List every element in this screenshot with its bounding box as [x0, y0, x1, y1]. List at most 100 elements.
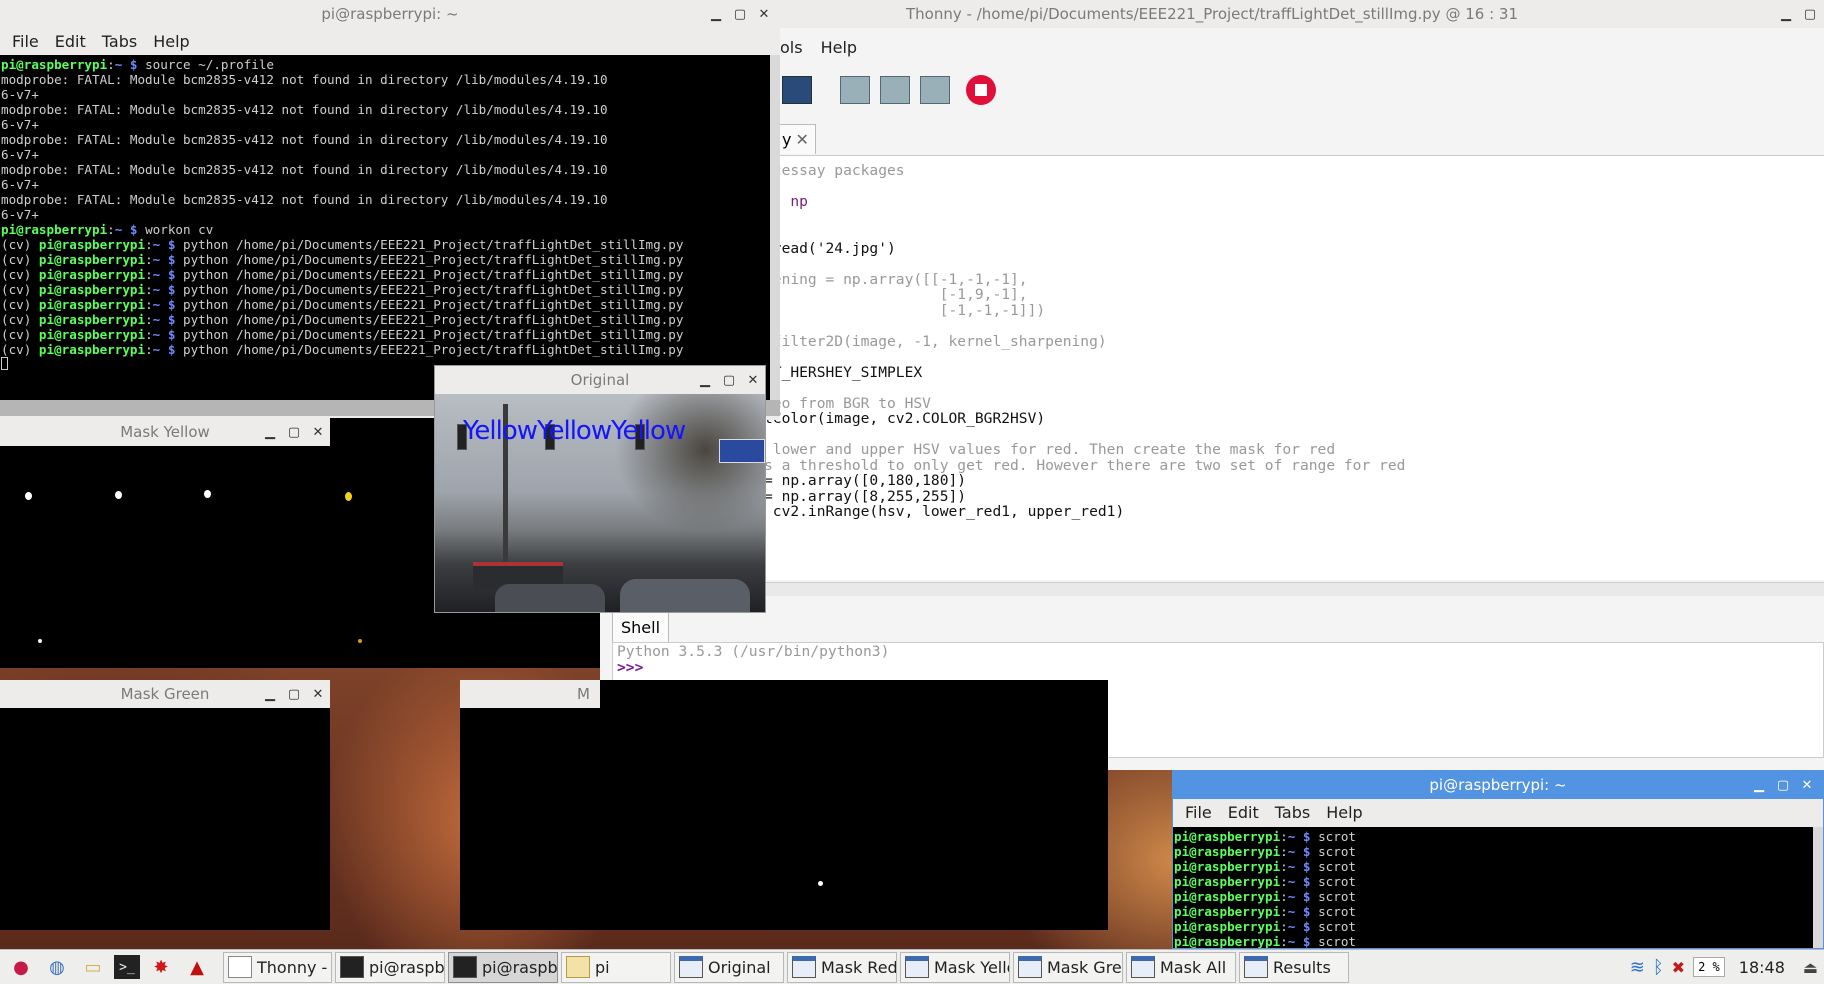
- maximize-icon[interactable]: ▢: [282, 687, 306, 702]
- taskbar-button-label: Thonny - /…: [257, 957, 331, 977]
- code-editor[interactable]: ecessay packages as np mread('24.jpg') peni…: [762, 155, 1824, 580]
- menu-edit[interactable]: Edit: [49, 32, 92, 51]
- mask-window-partial[interactable]: M: [460, 680, 1108, 930]
- terminal-text: modprobe: FATAL: Module bcm2835-v412 not…: [1, 192, 608, 207]
- menu-file[interactable]: File: [6, 32, 45, 51]
- code-line: mread('24.jpg'): [764, 239, 896, 257]
- step-out-icon[interactable]: [920, 76, 950, 104]
- prompt-user: pi@raspberrypi: [38, 282, 146, 297]
- maximize-icon[interactable]: ▢: [717, 373, 741, 388]
- mask-partial-title: M: [577, 685, 590, 703]
- close-tab-icon[interactable]: ✕: [795, 130, 808, 149]
- taskbar-button[interactable]: Thonny - /…: [223, 951, 332, 983]
- prompt-command: scrot: [1318, 859, 1357, 874]
- terminal-line: (cv) pi@raspberrypi:~ $ python /home/pi/…: [1, 237, 684, 252]
- clock[interactable]: 18:48: [1739, 958, 1785, 977]
- prompt-command: python /home/pi/Documents/EEE221_Project…: [183, 312, 684, 327]
- prompt-user: pi@raspberrypi: [38, 267, 146, 282]
- minimize-icon[interactable]: ▁: [1747, 778, 1771, 793]
- menu-help[interactable]: Help: [1320, 803, 1368, 822]
- menu-file[interactable]: File: [1179, 803, 1218, 822]
- window-icon: [679, 956, 703, 978]
- close-icon[interactable]: ✕: [306, 425, 330, 440]
- road-sign: [719, 439, 765, 463]
- terminal-small-output[interactable]: pi@raspberrypi:~ $ scrot pi@raspberrypi:~…: [1173, 827, 1813, 949]
- terminal-scrollbar[interactable]: [770, 55, 780, 400]
- taskbar-button[interactable]: Mask Yellow: [900, 951, 1010, 983]
- prompt-command: scrot: [1318, 934, 1357, 949]
- code-line: as np: [764, 193, 808, 210]
- stop-icon[interactable]: [966, 75, 996, 105]
- prompt-command: scrot: [1318, 889, 1357, 904]
- math-icon[interactable]: ✸: [146, 952, 176, 982]
- taskbar-button[interactable]: pi@raspber…: [335, 951, 445, 983]
- terminal-line: pi@raspberrypi:~ $ scrot: [1174, 829, 1357, 844]
- thonny-window[interactable]: Thonny - /home/pi/Documents/EEE221_Proje…: [600, 0, 1824, 770]
- window-icon: [905, 956, 929, 978]
- menu-help[interactable]: Help: [147, 32, 195, 51]
- terminal-line: 6-v7+: [1, 147, 770, 162]
- wifi-icon[interactable]: ≋: [1630, 957, 1645, 978]
- terminal-main-window[interactable]: pi@raspberrypi: ~ ▁ ▢ ✕ File Edit Tabs H…: [0, 0, 780, 420]
- terminal-small-window[interactable]: pi@raspberrypi: ~ ▁ ▢ ✕ File Edit Tabs H…: [1172, 770, 1824, 949]
- terminal-text: 6-v7+: [1, 117, 39, 132]
- minimize-icon[interactable]: ▁: [258, 425, 282, 440]
- editor-splitter[interactable]: [600, 582, 1824, 596]
- taskbar-button[interactable]: Original: [674, 951, 784, 983]
- minimize-icon[interactable]: ▁: [1774, 7, 1798, 22]
- web-browser-icon[interactable]: ◍: [42, 952, 72, 982]
- taskbar-button[interactable]: pi: [561, 951, 671, 983]
- wolfram-icon[interactable]: ▲: [182, 952, 212, 982]
- debug-icon[interactable]: [782, 76, 812, 104]
- terminal-small-scrollbar[interactable]: [1813, 827, 1823, 948]
- cpu-monitor[interactable]: 2 %: [1693, 957, 1725, 977]
- prompt-command: python /home/pi/Documents/EEE221_Project…: [183, 327, 684, 342]
- minimize-icon[interactable]: ▁: [258, 687, 282, 702]
- taskbar-button-label: Original: [708, 957, 771, 977]
- minimize-icon[interactable]: ▁: [704, 7, 728, 22]
- terminal-line: pi@raspberrypi:~ $ source ~/.profile: [1, 57, 274, 72]
- close-icon[interactable]: ✕: [752, 7, 776, 22]
- prompt-command: scrot: [1318, 919, 1357, 934]
- minimize-icon[interactable]: ▁: [693, 373, 717, 388]
- taskbar-button[interactable]: Mask All: [1126, 951, 1236, 983]
- file-manager-icon[interactable]: ▭: [78, 952, 108, 982]
- menu-tools-partial[interactable]: ols: [780, 38, 803, 57]
- code-line: [-1,-1,-1]]): [764, 301, 1046, 319]
- terminal-launcher-icon[interactable]: >_: [114, 955, 140, 979]
- menu-help[interactable]: Help: [821, 38, 857, 57]
- prompt-sign: $: [122, 57, 146, 72]
- mask-green-window[interactable]: Mask Green ▁ ▢ ✕: [0, 680, 330, 930]
- folder-icon: [566, 956, 590, 978]
- step-into-icon[interactable]: [880, 76, 910, 104]
- maximize-icon[interactable]: ▢: [728, 7, 752, 22]
- eject-icon[interactable]: ⏏: [1803, 958, 1818, 977]
- thonny-title: Thonny - /home/pi/Documents/EEE221_Proje…: [906, 5, 1518, 23]
- taskbar-button-label: Results: [1273, 957, 1331, 977]
- close-icon[interactable]: ✕: [1795, 778, 1819, 793]
- maximize-icon[interactable]: ▢: [1771, 778, 1795, 793]
- editor-tab[interactable]: y ✕: [775, 124, 816, 154]
- raspberry-menu-icon[interactable]: ●: [6, 952, 36, 982]
- maximize-icon[interactable]: ▢: [1798, 7, 1822, 22]
- taskbar-button[interactable]: pi@raspber…: [448, 951, 558, 983]
- menu-tabs[interactable]: Tabs: [1269, 803, 1316, 822]
- taskbar-button[interactable]: Results: [1239, 951, 1349, 983]
- original-window[interactable]: Original ▁ ▢ ✕ YellowYellowYellow: [434, 365, 766, 613]
- menu-edit[interactable]: Edit: [1222, 803, 1265, 822]
- volume-muted-icon[interactable]: ✖: [1672, 958, 1685, 977]
- close-icon[interactable]: ✕: [741, 373, 765, 388]
- shell-tab[interactable]: Shell: [612, 612, 670, 642]
- bluetooth-icon[interactable]: ᛒ: [1653, 957, 1664, 978]
- close-icon[interactable]: ✕: [306, 687, 330, 702]
- terminal-main-output[interactable]: pi@raspberrypi:~ $ source ~/.profile modp…: [0, 55, 770, 400]
- step-over-icon[interactable]: [840, 76, 870, 104]
- prompt-command: python /home/pi/Documents/EEE221_Project…: [183, 237, 684, 252]
- taskbar-button[interactable]: Mask Green: [1013, 951, 1123, 983]
- menu-tabs[interactable]: Tabs: [96, 32, 143, 51]
- maximize-icon[interactable]: ▢: [282, 425, 306, 440]
- taskbar-button-label: Mask Red: [821, 957, 897, 977]
- taskbar-button[interactable]: Mask Red: [787, 951, 897, 983]
